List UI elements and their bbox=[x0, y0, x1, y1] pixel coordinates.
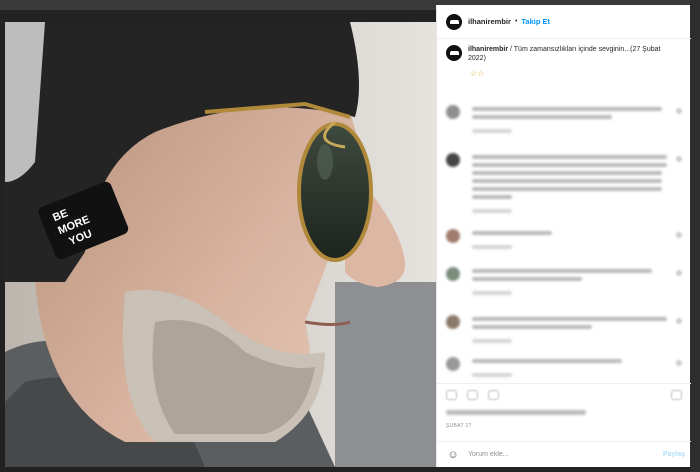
follow-button[interactable]: Takip Et bbox=[521, 17, 550, 26]
comment-avatar[interactable] bbox=[446, 315, 460, 329]
comment-avatar[interactable] bbox=[446, 229, 460, 243]
like-comment-icon[interactable] bbox=[676, 360, 682, 366]
header-separator: • bbox=[514, 18, 518, 25]
caption-text: ilhanirembir / Tüm zamansızlıkları içind… bbox=[468, 45, 678, 63]
like-comment-icon[interactable] bbox=[676, 270, 682, 276]
caption-username[interactable]: ilhanirembir bbox=[468, 46, 508, 53]
post-caption: ilhanirembir / Tüm zamansızlıkları içind… bbox=[446, 45, 684, 63]
bat-logo-icon bbox=[449, 51, 459, 55]
caption-avatar[interactable] bbox=[446, 45, 462, 61]
instagram-post-modal: BE MORE YOU ilhanirembir • Takip Et ilha… bbox=[0, 0, 700, 472]
comment-avatar[interactable] bbox=[446, 267, 460, 281]
post-date: ŞUBAT 27 bbox=[446, 423, 472, 429]
add-comment-bar: ☺ Paylaş bbox=[437, 441, 691, 467]
comment-avatar[interactable] bbox=[446, 357, 460, 371]
background-strip-right bbox=[690, 0, 700, 472]
like-comment-icon[interactable] bbox=[676, 232, 682, 238]
like-comment-icon[interactable] bbox=[676, 156, 682, 162]
like-comment-icon[interactable] bbox=[676, 108, 682, 114]
post-header: ilhanirembir • Takip Et bbox=[437, 5, 691, 39]
likes-summary[interactable] bbox=[446, 410, 586, 415]
post-actions bbox=[437, 383, 691, 407]
comment-avatar[interactable] bbox=[446, 105, 460, 119]
caption-emoji: ☆☆ bbox=[470, 69, 485, 78]
emoji-icon[interactable]: ☺ bbox=[446, 449, 460, 461]
comment-avatar[interactable] bbox=[446, 153, 460, 167]
author-username[interactable]: ilhanirembir bbox=[468, 17, 511, 26]
bookmark-icon[interactable] bbox=[671, 390, 682, 400]
comment-input[interactable] bbox=[468, 451, 638, 458]
share-icon[interactable] bbox=[488, 390, 499, 400]
like-comment-icon[interactable] bbox=[676, 318, 682, 324]
post-photo[interactable]: BE MORE YOU bbox=[5, 22, 436, 467]
bat-logo-icon bbox=[449, 19, 459, 24]
comment-icon[interactable] bbox=[467, 390, 478, 400]
post-comment-button[interactable]: Paylaş bbox=[663, 451, 685, 458]
author-avatar[interactable] bbox=[446, 13, 462, 30]
post-side-panel: ilhanirembir • Takip Et ilhanirembir / T… bbox=[436, 5, 691, 467]
portrait-illustration: BE MORE YOU bbox=[5, 22, 436, 467]
heart-icon[interactable] bbox=[446, 390, 457, 400]
